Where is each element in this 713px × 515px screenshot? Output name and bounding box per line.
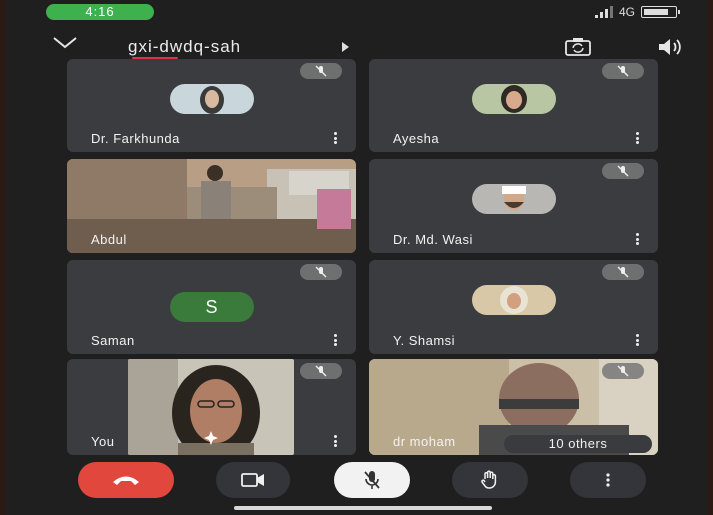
- speaker-icon[interactable]: [656, 37, 686, 57]
- avatar-letter: S: [169, 292, 254, 322]
- end-call-button[interactable]: [78, 462, 174, 498]
- more-vert-icon[interactable]: [334, 334, 338, 346]
- network-status: 4G: [594, 5, 680, 19]
- more-vert-icon[interactable]: [636, 132, 640, 144]
- avatar: [471, 184, 556, 214]
- more-vert-icon: [606, 473, 610, 487]
- participant-tile[interactable]: Y. Shamsi: [369, 260, 658, 354]
- status-bar: 4:16 4G: [6, 0, 707, 26]
- mic-toggle-button[interactable]: [334, 462, 410, 498]
- mic-off-icon: [602, 264, 644, 280]
- participant-name: Dr. Farkhunda: [91, 131, 180, 146]
- more-options-button[interactable]: [570, 462, 646, 498]
- call-controls: [0, 462, 713, 502]
- participant-tile[interactable]: Abdul: [67, 159, 356, 253]
- background-edge-left: [0, 0, 6, 515]
- avatar: [471, 83, 556, 114]
- raise-hand-button[interactable]: [452, 462, 528, 498]
- play-arrow-icon[interactable]: [342, 42, 349, 52]
- status-time: 4:16: [46, 4, 154, 20]
- participant-tile[interactable]: S Saman: [67, 260, 356, 354]
- participant-name: Dr. Md. Wasi: [393, 232, 473, 247]
- mic-off-icon: [300, 264, 342, 280]
- participant-name: dr moham: [393, 434, 456, 449]
- avatar: [471, 285, 556, 315]
- self-video-preview[interactable]: [128, 359, 294, 455]
- participant-name: Y. Shamsi: [393, 333, 456, 348]
- participant-name: You: [91, 434, 115, 449]
- avatar: [169, 83, 254, 114]
- battery-icon: [641, 6, 680, 18]
- network-type: 4G: [618, 5, 635, 19]
- mic-off-icon: [602, 63, 644, 79]
- home-indicator[interactable]: [234, 506, 492, 510]
- raise-hand-icon: [481, 470, 497, 489]
- mic-off-icon: [300, 363, 342, 379]
- mic-off-icon: [602, 363, 644, 379]
- mic-off-icon: [364, 471, 380, 489]
- meeting-code[interactable]: gxi-dwdq-sah: [128, 37, 241, 57]
- video-toggle-button[interactable]: [216, 462, 290, 498]
- chevron-down-icon[interactable]: [52, 34, 78, 52]
- participant-tile[interactable]: Dr. Md. Wasi: [369, 159, 658, 253]
- participant-name: Saman: [91, 333, 135, 348]
- others-count-pill[interactable]: 10 others: [504, 435, 652, 453]
- more-vert-icon[interactable]: [636, 233, 640, 245]
- video-icon: [241, 473, 264, 487]
- more-vert-icon[interactable]: [636, 334, 640, 346]
- participant-name: Abdul: [91, 232, 127, 247]
- participant-name: Ayesha: [393, 131, 440, 146]
- mic-off-icon: [300, 63, 342, 79]
- switch-camera-icon[interactable]: [564, 37, 592, 57]
- participant-tile[interactable]: Dr. Farkhunda: [67, 59, 356, 152]
- mic-off-icon: [602, 163, 644, 179]
- more-vert-icon[interactable]: [334, 435, 338, 447]
- participant-tile[interactable]: Ayesha: [369, 59, 658, 152]
- more-vert-icon[interactable]: [334, 132, 338, 144]
- signal-icon: [594, 6, 613, 18]
- background-edge-right: [707, 0, 713, 515]
- end-call-icon: [113, 476, 139, 485]
